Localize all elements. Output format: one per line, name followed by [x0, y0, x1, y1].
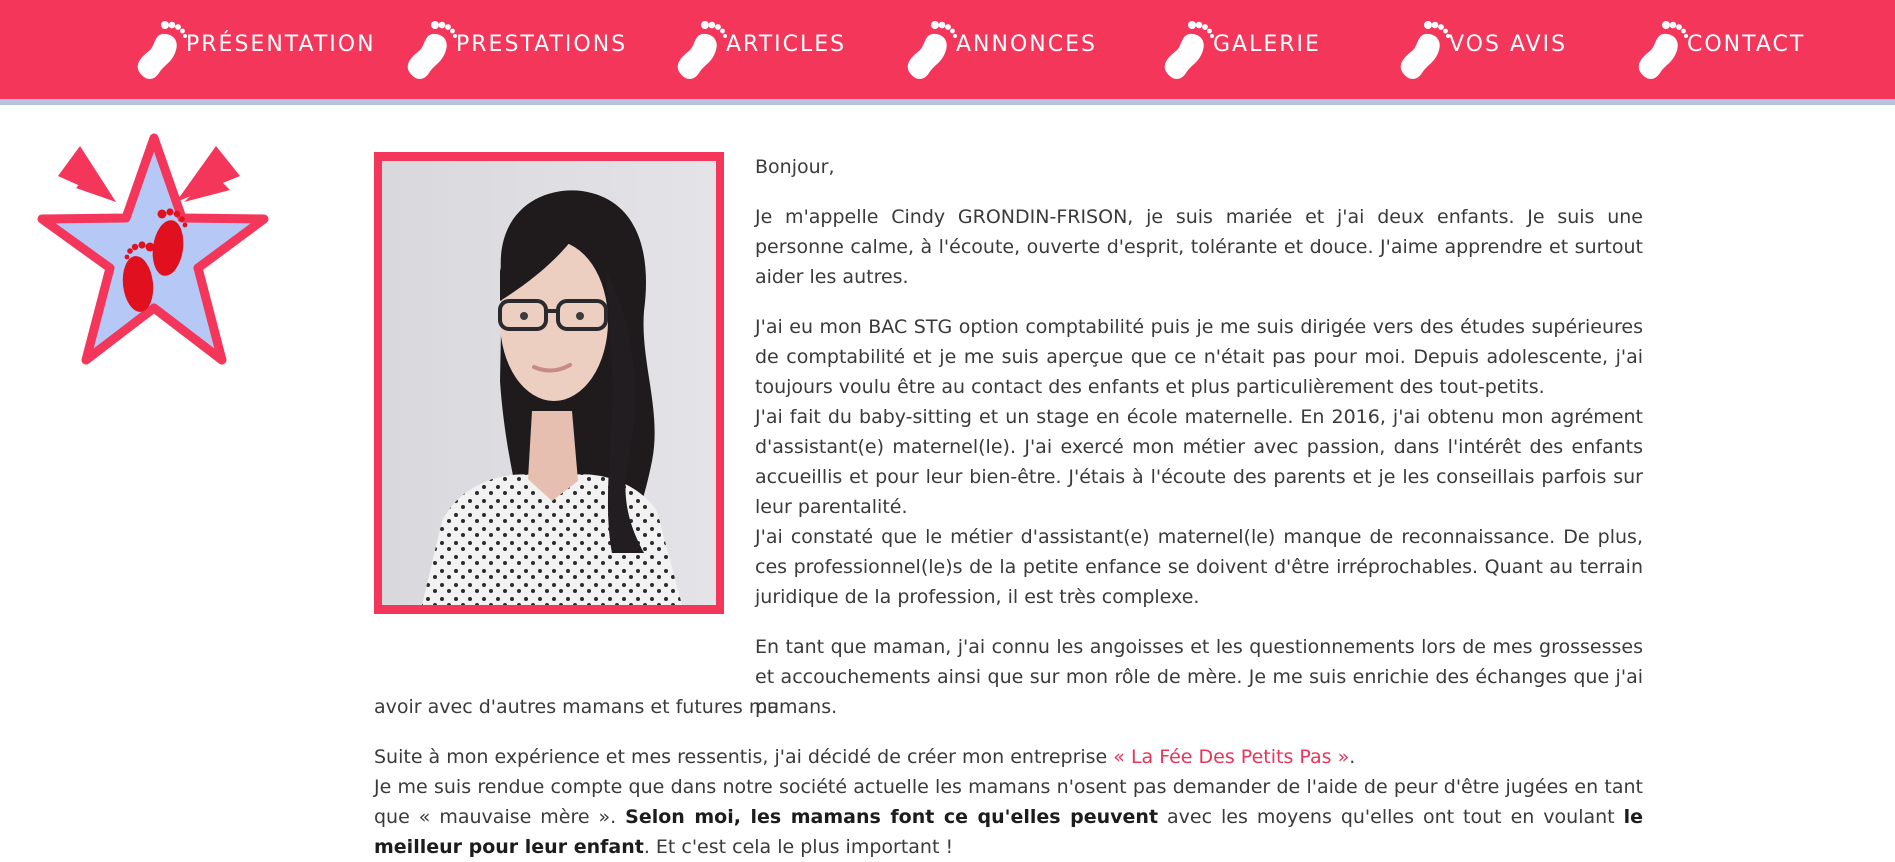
mission-highlight-1: Selon moi, les mamans font ce qu'elles p…: [625, 806, 1159, 828]
greeting-text: Bonjour,: [755, 156, 835, 178]
footprint-icon: [1638, 21, 1688, 80]
nav-item-galerie[interactable]: GALERIE: [1149, 18, 1321, 82]
footprint-icon: [1400, 21, 1450, 80]
nav-label: ARTICLES: [726, 31, 847, 57]
footprint-icon: [137, 21, 187, 80]
mission-text-end: . Et c'est cela le plus important !: [643, 836, 954, 858]
footprint-icon: [677, 21, 727, 80]
nav-item-contact[interactable]: CONTACT: [1623, 18, 1805, 82]
star-footprints-logo[interactable]: [34, 132, 274, 372]
nav-label: PRÉSENTATION: [186, 31, 376, 57]
nav-label: GALERIE: [1213, 31, 1321, 57]
nav-item-vos-avis[interactable]: VOS AVIS: [1385, 18, 1567, 82]
paragraph-profession: J'ai constaté que le métier d'assistant(…: [755, 526, 1643, 608]
footprint-icon: [407, 21, 457, 80]
continuation-column: avoir avec d'autres mamans et futures ma…: [374, 692, 1643, 862]
intro-column: Bonjour, Je m'appelle Cindy GRONDIN-FRIS…: [755, 152, 1643, 722]
nav-item-presentation[interactable]: PRÉSENTATION: [122, 18, 376, 82]
nav-item-articles[interactable]: ARTICLES: [662, 18, 846, 82]
paragraph-about: Je m'appelle Cindy GRONDIN-FRISON, je su…: [755, 206, 1643, 288]
company-intro-text: Suite à mon expérience et mes ressentis,…: [374, 746, 1114, 768]
nav-label: ANNONCES: [956, 31, 1097, 57]
paragraph-education: J'ai eu mon BAC STG option comptabilité …: [755, 316, 1643, 398]
main-navigation: PRÉSENTATION PRESTATIONS ARTICLES ANNONC…: [0, 0, 1895, 105]
mission-text-mid: avec les moyens qu'elles ont tout en vou…: [1158, 806, 1624, 828]
nav-item-annonces[interactable]: ANNONCES: [892, 18, 1097, 82]
paragraph-experience: J'ai fait du baby-sitting et un stage en…: [755, 406, 1643, 518]
paragraph-mission: Je me suis rendue compte que dans notre …: [374, 772, 1643, 862]
nav-label: PRESTATIONS: [456, 31, 628, 57]
portrait-frame: [374, 152, 724, 614]
nav-item-prestations[interactable]: PRESTATIONS: [392, 18, 627, 82]
footprint-icon: [907, 21, 957, 80]
paragraph-company: Suite à mon expérience et mes ressentis,…: [374, 742, 1643, 772]
paragraph-motherhood-end: avoir avec d'autres mamans et futures ma…: [374, 696, 838, 718]
company-name-link[interactable]: « La Fée Des Petits Pas »: [1113, 746, 1349, 768]
nav-label: VOS AVIS: [1449, 31, 1568, 57]
footprint-icon: [1164, 21, 1214, 80]
portrait-photo: [382, 161, 716, 605]
nav-label: CONTACT: [1687, 31, 1806, 57]
company-intro-end: .: [1349, 746, 1356, 768]
